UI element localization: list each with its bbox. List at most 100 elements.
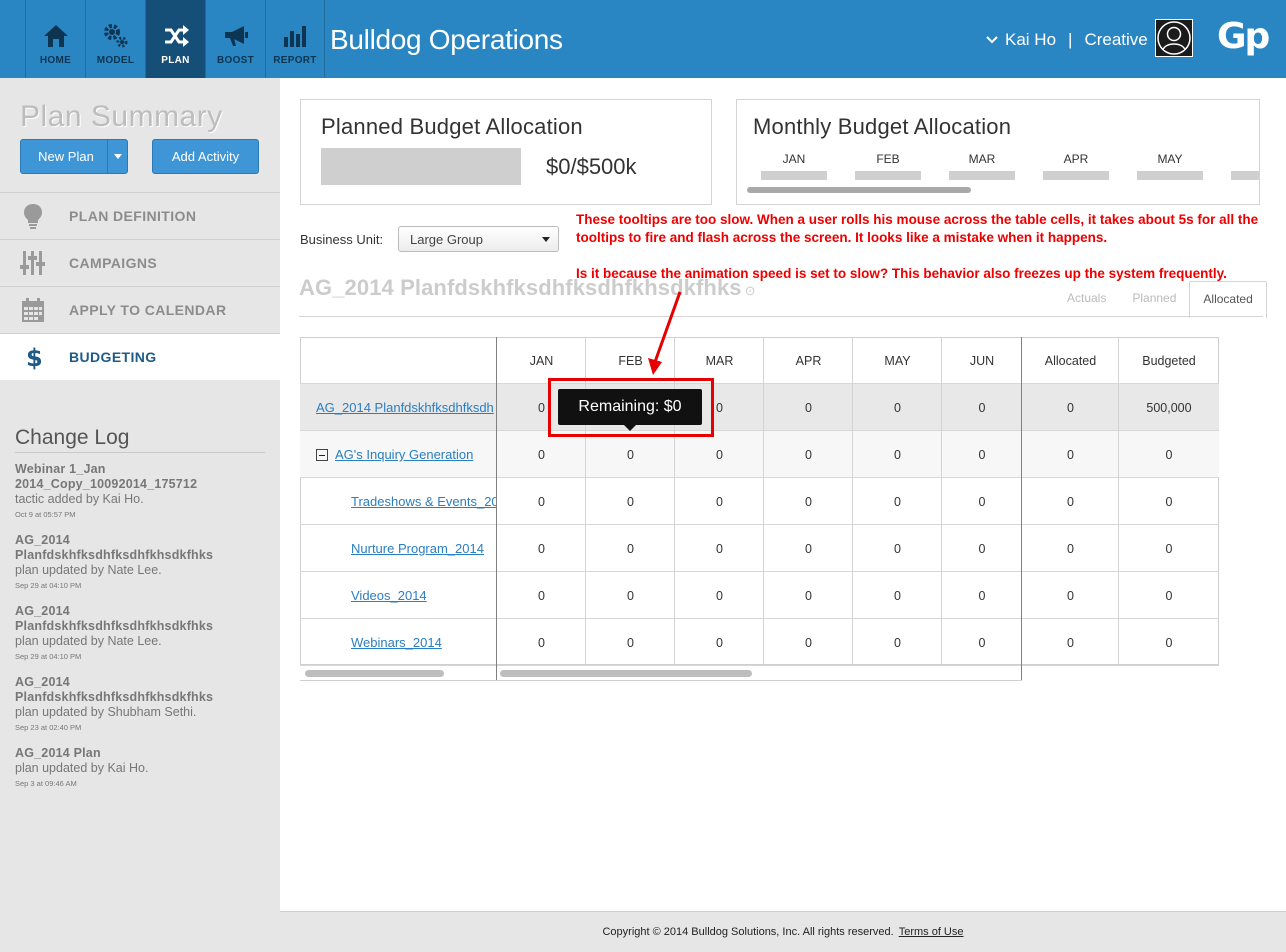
sidebar-item-campaigns[interactable]: CAMPAIGNS xyxy=(0,239,280,286)
changelog-entry: AG_2014 Plan plan updated by Kai Ho. Sep… xyxy=(15,746,265,788)
table-cell[interactable]: 0 xyxy=(853,572,942,619)
table-cell[interactable]: 0 xyxy=(764,525,853,572)
changelog-entry-time: Oct 9 at 05:57 PM xyxy=(15,510,76,519)
row-name-link[interactable]: Webinars_2014 xyxy=(351,619,497,666)
month-columns-scrollbar[interactable] xyxy=(500,670,752,677)
table-cell[interactable]: 0 xyxy=(1022,431,1119,478)
table-cell[interactable]: 0 xyxy=(1119,619,1219,666)
nav-boost[interactable]: BOOST xyxy=(205,0,265,78)
table-cell[interactable]: 0 xyxy=(497,525,586,572)
table-cell[interactable]: 0 xyxy=(942,619,1022,666)
table-cell[interactable]: 0 xyxy=(1119,572,1219,619)
table-cell[interactable]: 0 xyxy=(586,478,675,525)
avatar[interactable] xyxy=(1155,19,1193,57)
table-cell[interactable]: 0 xyxy=(586,619,675,666)
row-name-link[interactable]: Videos_2014 xyxy=(351,572,497,619)
sidebar-item-label: CAMPAIGNS xyxy=(69,255,158,271)
changelog-entry-desc: plan updated by Shubham Sethi. xyxy=(15,705,197,719)
table-cell[interactable]: 0 xyxy=(764,572,853,619)
nav-model[interactable]: MODEL xyxy=(85,0,145,78)
month-label xyxy=(1217,152,1259,166)
table-cell[interactable]: 500,000 xyxy=(1119,384,1219,431)
table-cell[interactable]: 0 xyxy=(586,431,675,478)
month-column: FEB xyxy=(841,152,935,180)
sidebar-item-plan-definition[interactable]: PLAN DEFINITION xyxy=(0,192,280,239)
user-name[interactable]: Kai Ho xyxy=(1005,30,1056,50)
table-cell[interactable]: 0 xyxy=(497,619,586,666)
budget-table: JAN FEB MAR APR MAY JUN Allocated Budget… xyxy=(300,337,1219,681)
column-header: Budgeted xyxy=(1142,353,1196,368)
nav-boost-label: BOOST xyxy=(216,55,255,66)
new-plan-dropdown-toggle[interactable] xyxy=(107,140,127,173)
collapse-toggle-icon[interactable] xyxy=(316,448,328,461)
nav-model-label: MODEL xyxy=(96,55,135,66)
table-cell[interactable]: 0 xyxy=(675,478,764,525)
table-cell[interactable]: 0 xyxy=(764,619,853,666)
changelog-entry: AG_2014 Planfdskhfksdhfksdhfkhsdkfhks pl… xyxy=(15,604,265,661)
table-cell[interactable]: 0 xyxy=(1119,478,1219,525)
nav-report[interactable]: REPORT xyxy=(265,0,325,78)
row-name-link[interactable]: AG's Inquiry Generation xyxy=(335,447,473,462)
table-cell[interactable]: 0 xyxy=(1022,619,1119,666)
table-cell[interactable]: 0 xyxy=(764,431,853,478)
remaining-tooltip: Remaining: $0 xyxy=(558,389,702,431)
month-label: FEB xyxy=(876,152,900,166)
month-column: MAY xyxy=(1123,152,1217,180)
sidebar-item-apply-to-calendar[interactable]: APPLY TO CALENDAR xyxy=(0,286,280,333)
business-unit-label: Business Unit: xyxy=(300,232,384,247)
table-cell[interactable]: 0 xyxy=(675,572,764,619)
table-cell[interactable]: 0 xyxy=(764,384,853,431)
nav-home[interactable]: HOME xyxy=(25,0,85,78)
table-cell[interactable]: 0 xyxy=(1022,525,1119,572)
table-cell[interactable]: 0 xyxy=(942,572,1022,619)
table-cell[interactable]: 0 xyxy=(675,525,764,572)
new-plan-button[interactable]: New Plan xyxy=(20,139,128,174)
table-cell[interactable]: 0 xyxy=(675,619,764,666)
sidebar-item-budgeting[interactable]: $ BUDGETING xyxy=(0,333,280,380)
table-cell[interactable]: 0 xyxy=(675,431,764,478)
month-label: APR xyxy=(1063,152,1089,166)
table-cell[interactable]: 0 xyxy=(853,384,942,431)
changelog-entry: Webinar 1_Jan 2014_Copy_10092014_175712 … xyxy=(15,462,265,519)
table-cell[interactable]: 0 xyxy=(1022,572,1119,619)
main-nav: HOME MODEL PLAN BOOST REPORT xyxy=(25,0,325,78)
sidebar-item-label: PLAN DEFINITION xyxy=(69,208,197,224)
column-divider xyxy=(941,337,942,665)
table-cell[interactable]: 0 xyxy=(586,525,675,572)
table-cell[interactable]: 0 xyxy=(497,572,586,619)
user-role[interactable]: Creative xyxy=(1084,30,1147,50)
table-cell[interactable]: 0 xyxy=(1022,384,1119,431)
row-name-link[interactable]: Tradeshows & Events_2014 xyxy=(351,478,497,525)
brand-logo[interactable]: Gp xyxy=(1217,16,1270,57)
table-cell[interactable]: 0 xyxy=(853,431,942,478)
table-cell[interactable]: 0 xyxy=(942,431,1022,478)
home-icon xyxy=(43,25,68,47)
top-bar: HOME MODEL PLAN BOOST REPORT Bulldog Ope… xyxy=(0,0,1286,78)
row-name-link[interactable]: AG_2014 Planfdskhfksdhfksdh xyxy=(316,384,497,431)
name-column-scrollbar[interactable] xyxy=(305,670,444,677)
sidebar-menu: PLAN DEFINITION CAMPAIGNS APPLY TO CALEN… xyxy=(0,192,280,380)
table-cell[interactable]: 0 xyxy=(942,478,1022,525)
table-cell[interactable]: 0 xyxy=(497,478,586,525)
table-cell[interactable]: 0 xyxy=(764,478,853,525)
table-cell[interactable]: 0 xyxy=(942,525,1022,572)
table-cell[interactable]: 0 xyxy=(1022,478,1119,525)
table-cell[interactable]: 0 xyxy=(1119,525,1219,572)
add-activity-button[interactable]: Add Activity xyxy=(152,139,259,174)
business-unit-select[interactable]: Large Group xyxy=(398,226,559,252)
terms-of-use-link[interactable]: Terms of Use xyxy=(899,926,964,938)
new-plan-label[interactable]: New Plan xyxy=(21,149,107,164)
nav-plan[interactable]: PLAN xyxy=(145,0,205,78)
user-menu[interactable]: Kai Ho | Creative xyxy=(986,30,1148,50)
row-name-cell: AG's Inquiry Generation xyxy=(316,431,497,478)
table-cell[interactable]: 0 xyxy=(853,525,942,572)
table-cell[interactable]: 0 xyxy=(497,431,586,478)
row-name-link[interactable]: Nurture Program_2014 xyxy=(351,525,497,572)
table-cell[interactable]: 0 xyxy=(853,478,942,525)
table-cell[interactable]: 0 xyxy=(853,619,942,666)
table-cell[interactable]: 0 xyxy=(1119,431,1219,478)
table-cell[interactable]: 0 xyxy=(586,572,675,619)
table-cell[interactable]: 0 xyxy=(942,384,1022,431)
monthly-budget-scrollbar[interactable] xyxy=(747,187,971,193)
changelog-entry: AG_2014 Planfdskhfksdhfksdhfkhsdkfhks pl… xyxy=(15,533,265,590)
